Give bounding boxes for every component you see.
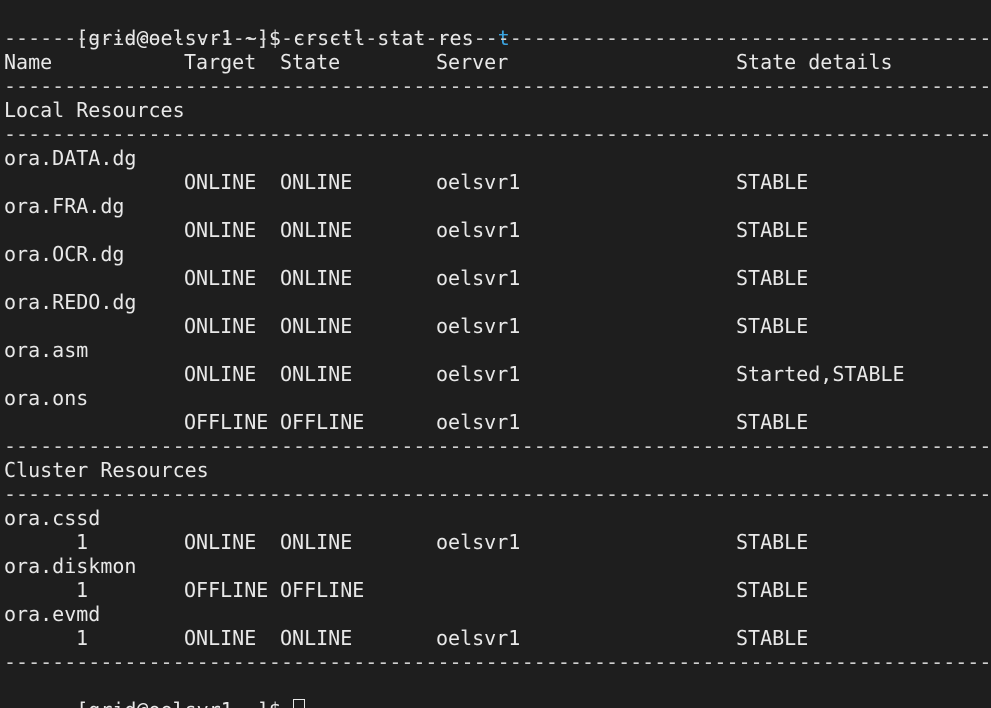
prompt: [grid@oelsvr1 ~]$: [76, 698, 293, 708]
separator-dashes: ----------------------------------------…: [4, 74, 991, 98]
resource-status-line: ONLINE ONLINE oelsvr1 STABLE: [4, 218, 808, 242]
resource-state: OFFLINE: [280, 410, 365, 434]
resource-name-line: ora.evmd: [4, 602, 510, 626]
resource-name-line: ora.cssd: [4, 506, 510, 530]
resource-state-details: STABLE: [736, 578, 809, 602]
resource-name: ora.asm: [4, 338, 89, 362]
resource-instance: 1: [76, 626, 89, 650]
separator-line: ----------------------------------------…: [4, 650, 991, 674]
resource-name: ora.diskmon: [4, 554, 137, 578]
section-title-text: Local Resources: [4, 98, 185, 122]
local-resources: ora.DATA.dg ONLINE ONLINE oelsvr1 STABLE ora.…: [4, 146, 905, 434]
cluster-resources: ora.cssd 1 ONLINE ONLINE oelsvr1 STABLE ora.di…: [4, 506, 808, 650]
separator-line: ----------------------------------------…: [4, 74, 991, 98]
separator-line: ----------------------------------------…: [4, 26, 991, 50]
resource-server: oelsvr1: [436, 410, 521, 434]
resource-name: ora.ons: [4, 386, 89, 410]
header-state: State: [280, 50, 341, 74]
separator-dashes: ----------------------------------------…: [4, 482, 991, 506]
resource-name-line: ora.FRA.dg: [4, 194, 510, 218]
resource-state-details: STABLE: [736, 266, 809, 290]
resource-server: oelsvr1: [436, 218, 521, 242]
resource-target: ONLINE: [184, 314, 257, 338]
resource-server: oelsvr1: [436, 266, 521, 290]
resource-status-line: 1 OFFLINE OFFLINE STABLE: [4, 578, 808, 602]
section-title-text: Cluster Resources: [4, 458, 209, 482]
resource-name-line: ora.asm: [4, 338, 510, 362]
resource-server: oelsvr1: [436, 314, 521, 338]
resource-server: oelsvr1: [436, 362, 521, 386]
final-prompt-line[interactable]: [grid@oelsvr1 ~]$: [4, 674, 510, 708]
resource-instance: 1: [76, 578, 89, 602]
resource-name-line: ora.ons: [4, 386, 510, 410]
terminal-output: [grid@oelsvr1 ~]$ crsctl stat res -t ---…: [4, 2, 991, 708]
resource-target: OFFLINE: [184, 410, 269, 434]
separator-line: ----------------------------------------…: [4, 434, 991, 458]
resource-state: ONLINE: [280, 218, 353, 242]
command-line: [grid@oelsvr1 ~]$ crsctl stat res -t: [4, 2, 510, 50]
section-title-local: Local Resources: [4, 98, 510, 122]
resource-state: ONLINE: [280, 170, 353, 194]
resource-name-line: ora.REDO.dg: [4, 290, 510, 314]
header-state-details: State details: [736, 50, 893, 74]
resource-state: ONLINE: [280, 314, 353, 338]
resource-name-line: ora.diskmon: [4, 554, 510, 578]
resource-status-line: OFFLINE OFFLINE oelsvr1 STABLE: [4, 410, 808, 434]
resource-server: oelsvr1: [436, 530, 521, 554]
resource-name: ora.DATA.dg: [4, 146, 137, 170]
resource-server: oelsvr1: [436, 626, 521, 650]
header-name: Name: [4, 50, 53, 74]
resource-status-line: ONLINE ONLINE oelsvr1 Started,STABLE: [4, 362, 905, 386]
resource-name: ora.FRA.dg: [4, 194, 125, 218]
resource-name: ora.OCR.dg: [4, 242, 125, 266]
resource-state: ONLINE: [280, 362, 353, 386]
resource-status-line: 1 ONLINE ONLINE oelsvr1 STABLE: [4, 626, 808, 650]
separator-dashes: ----------------------------------------…: [4, 26, 991, 50]
resource-state-details: Started,STABLE: [736, 362, 905, 386]
separator-line: ----------------------------------------…: [4, 482, 991, 506]
resource-target: OFFLINE: [184, 578, 269, 602]
separator-dashes: ----------------------------------------…: [4, 650, 991, 674]
resource-state-details: STABLE: [736, 170, 809, 194]
resource-name-line: ora.OCR.dg: [4, 242, 510, 266]
section-title-cluster: Cluster Resources: [4, 458, 510, 482]
resource-status-line: 1 ONLINE ONLINE oelsvr1 STABLE: [4, 530, 808, 554]
cursor[interactable]: [293, 699, 305, 708]
resource-state: OFFLINE: [280, 578, 365, 602]
resource-target: ONLINE: [184, 362, 257, 386]
resource-state-details: STABLE: [736, 218, 809, 242]
resource-name: ora.REDO.dg: [4, 290, 137, 314]
resource-instance: 1: [76, 530, 89, 554]
resource-name-line: ora.DATA.dg: [4, 146, 510, 170]
resource-status-line: ONLINE ONLINE oelsvr1 STABLE: [4, 266, 808, 290]
resource-target: ONLINE: [184, 170, 257, 194]
separator-dashes: ----------------------------------------…: [4, 434, 991, 458]
resource-state: ONLINE: [280, 266, 353, 290]
resource-state-details: STABLE: [736, 530, 809, 554]
table-header: Name Target State Server State details: [4, 50, 893, 74]
resource-target: ONLINE: [184, 218, 257, 242]
header-target: Target: [184, 50, 257, 74]
resource-status-line: ONLINE ONLINE oelsvr1 STABLE: [4, 170, 808, 194]
resource-status-line: ONLINE ONLINE oelsvr1 STABLE: [4, 314, 808, 338]
resource-state-details: STABLE: [736, 410, 809, 434]
resource-name: ora.evmd: [4, 602, 101, 626]
resource-name: ora.cssd: [4, 506, 101, 530]
header-server: Server: [436, 50, 509, 74]
resource-target: ONLINE: [184, 626, 257, 650]
resource-state: ONLINE: [280, 530, 353, 554]
separator-line: ----------------------------------------…: [4, 122, 991, 146]
resource-target: ONLINE: [184, 530, 257, 554]
resource-state-details: STABLE: [736, 314, 809, 338]
resource-server: oelsvr1: [436, 170, 521, 194]
terminal-window[interactable]: [grid@oelsvr1 ~]$ crsctl stat res -t ---…: [0, 0, 991, 708]
resource-state-details: STABLE: [736, 626, 809, 650]
separator-dashes: ----------------------------------------…: [4, 122, 991, 146]
resource-target: ONLINE: [184, 266, 257, 290]
resource-state: ONLINE: [280, 626, 353, 650]
